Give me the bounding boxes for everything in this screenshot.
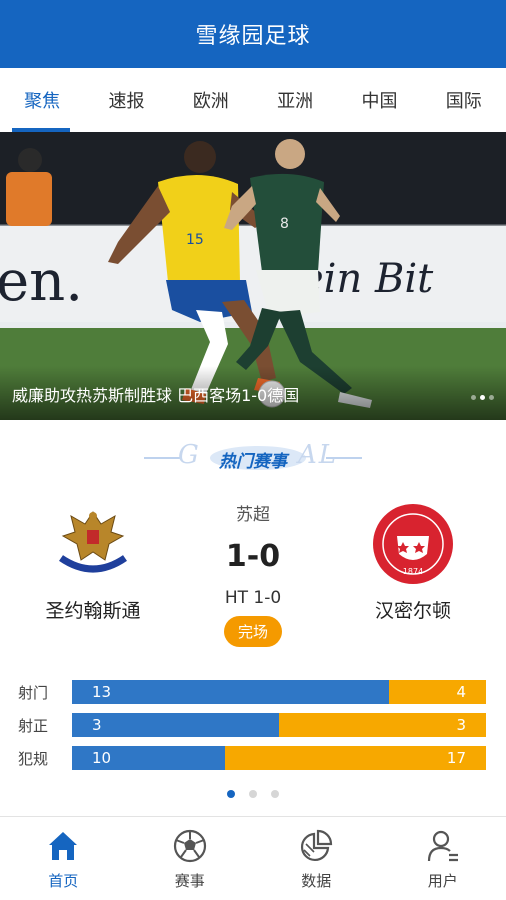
home-stat-bar: 13 xyxy=(72,680,389,704)
home-stat-value: 13 xyxy=(92,683,112,701)
nav-label: 用户 xyxy=(427,871,458,890)
away-team-name: 汉密尔顿 xyxy=(374,600,451,622)
soccer-ball-icon xyxy=(173,829,206,862)
app-title: 雪缘园足球 xyxy=(195,24,311,49)
home-team-name: 圣约翰斯通 xyxy=(45,600,141,622)
nav-data[interactable]: 数据 xyxy=(253,817,380,900)
nav-label: 数据 xyxy=(301,871,332,890)
billboard-text-left: en. xyxy=(0,249,83,314)
match-center-info[interactable]: 苏超 1-0 HT 1-0 完场 xyxy=(173,500,333,647)
tab-label: 中国 xyxy=(361,91,398,112)
away-stat-bar: 4 xyxy=(389,680,486,704)
hamilton-badge-icon: 1874 xyxy=(373,504,453,584)
bottom-navigation: 首页 赛事 数据 用户 xyxy=(0,816,506,900)
nav-matches[interactable]: 赛事 xyxy=(127,817,254,900)
billboard-text-right: ein Bit xyxy=(300,256,434,302)
stat-bar: 10 17 xyxy=(72,746,486,770)
nav-home[interactable]: 首页 xyxy=(0,817,127,900)
away-badge-year: 1874 xyxy=(403,567,423,576)
match-status-badge: 完场 xyxy=(223,616,282,647)
tab-label: 亚洲 xyxy=(277,91,314,112)
hot-matches-heading: G AL 热门赛事 xyxy=(0,440,506,476)
st-johnstone-badge-icon xyxy=(59,511,127,573)
tab-label: 速报 xyxy=(108,91,145,112)
home-team[interactable]: 圣约翰斯通 xyxy=(13,502,173,623)
stat-row-shots: 射门 13 4 xyxy=(0,680,506,704)
away-stat-value: 3 xyxy=(456,716,466,734)
hero-caption: 威廉助攻热苏斯制胜球 巴西客场1-0德国 xyxy=(12,386,300,405)
hot-matches-label: 热门赛事 xyxy=(219,452,287,472)
category-tabs: 聚焦 速报 欧洲 亚洲 中国 国际 xyxy=(0,68,506,132)
carousel-dot[interactable] xyxy=(489,395,494,400)
stat-bar: 13 4 xyxy=(72,680,486,704)
tab-asia[interactable]: 亚洲 xyxy=(253,68,337,132)
pager-dot-active[interactable] xyxy=(227,790,235,798)
home-stat-value: 10 xyxy=(92,749,112,767)
tab-china[interactable]: 中国 xyxy=(337,68,421,132)
pager-dot[interactable] xyxy=(271,790,279,798)
app-header: 雪缘园足球 xyxy=(0,0,506,68)
nav-user[interactable]: 用户 xyxy=(380,817,506,900)
away-stat-bar: 3 xyxy=(279,713,486,737)
league-name: 苏超 xyxy=(236,505,270,525)
pager-dot[interactable] xyxy=(249,790,257,798)
tab-europe[interactable]: 欧洲 xyxy=(169,68,253,132)
away-stat-bar: 17 xyxy=(225,746,486,770)
player-left-number: 15 xyxy=(186,232,204,248)
away-stat-value: 17 xyxy=(446,749,466,767)
stat-bar: 3 3 xyxy=(72,713,486,737)
stat-row-fouls: 犯规 10 17 xyxy=(0,746,506,770)
nav-label: 赛事 xyxy=(174,871,205,890)
tab-international[interactable]: 国际 xyxy=(422,68,506,132)
home-icon xyxy=(49,831,78,860)
stat-label: 射门 xyxy=(18,684,49,702)
halftime-score: HT 1-0 xyxy=(224,588,282,608)
match-pager-dots xyxy=(0,790,506,798)
home-stat-bar: 10 xyxy=(72,746,225,770)
hero-carousel-dots xyxy=(471,395,494,400)
player-right-number: 8 xyxy=(280,216,289,232)
carousel-dot-active[interactable] xyxy=(480,395,485,400)
away-team[interactable]: 1874 汉密尔顿 xyxy=(333,502,493,623)
tab-news-flash[interactable]: 速报 xyxy=(84,68,168,132)
tab-focus[interactable]: 聚焦 xyxy=(0,68,84,132)
hero-banner[interactable]: en. ein Bit 15 8 威廉助攻热苏斯制胜球 巴西客场1-0德国 xyxy=(0,132,506,420)
carousel-dot[interactable] xyxy=(471,395,476,400)
tab-label: 聚焦 xyxy=(24,91,61,112)
nav-label: 首页 xyxy=(48,871,79,890)
user-icon xyxy=(427,830,458,861)
stat-row-shots-on-target: 射正 3 3 xyxy=(0,713,506,737)
tab-label: 国际 xyxy=(445,91,482,112)
match-score: 1-0 xyxy=(225,539,281,574)
stat-label: 射正 xyxy=(18,717,49,735)
stat-label: 犯规 xyxy=(18,750,49,768)
tab-label: 欧洲 xyxy=(192,91,229,112)
home-stat-value: 3 xyxy=(92,716,102,734)
pie-chart-icon xyxy=(301,829,333,861)
away-stat-value: 4 xyxy=(456,683,466,701)
home-stat-bar: 3 xyxy=(72,713,279,737)
